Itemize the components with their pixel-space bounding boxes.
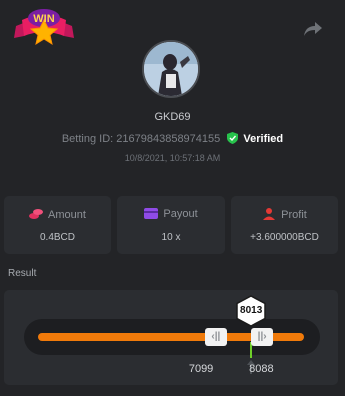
result-label: Result	[8, 268, 37, 279]
betting-id-value: 21679843858974155	[116, 133, 221, 145]
betting-id-label: Betting ID:	[61, 133, 114, 145]
profit-icon	[263, 208, 276, 220]
result-panel: ‹|| ||› 8013 7099 8088	[4, 290, 338, 385]
range-low-handle[interactable]: ‹||	[204, 328, 227, 346]
avatar-image	[144, 42, 198, 96]
payout-value: 10 x	[161, 232, 181, 243]
username: GKD69	[154, 111, 191, 123]
amount-value: 0.4BCD	[39, 232, 75, 243]
profit-value: +3.600000BCD	[250, 232, 319, 243]
win-badge-text: WIN	[33, 13, 54, 25]
share-icon[interactable]	[303, 20, 323, 38]
profit-card: Profit +3.600000BCD	[231, 196, 338, 254]
coins-icon	[29, 209, 44, 219]
amount-card: Amount 0.4BCD	[4, 196, 111, 254]
profit-label: Profit	[281, 209, 307, 221]
slider-track	[24, 319, 320, 355]
verified-label: Verified	[243, 133, 284, 145]
amount-label: Amount	[48, 209, 86, 221]
payout-card: Payout 10 x	[117, 196, 225, 254]
payout-label: Payout	[163, 208, 198, 220]
timestamp: 10/8/2021, 10:57:18 AM	[124, 153, 221, 163]
range-low-value: 7099	[188, 363, 214, 375]
result-value: 8013	[240, 305, 263, 316]
win-badge-icon: WIN	[14, 9, 74, 46]
betting-id-row: Betting ID: 21679843858974155 Verified	[0, 132, 345, 145]
range-high-handle[interactable]: ||›	[251, 328, 274, 346]
verified-shield-icon	[227, 132, 239, 144]
avatar	[142, 40, 200, 98]
range-high-value: 8088	[249, 363, 274, 375]
card-icon	[144, 208, 159, 219]
